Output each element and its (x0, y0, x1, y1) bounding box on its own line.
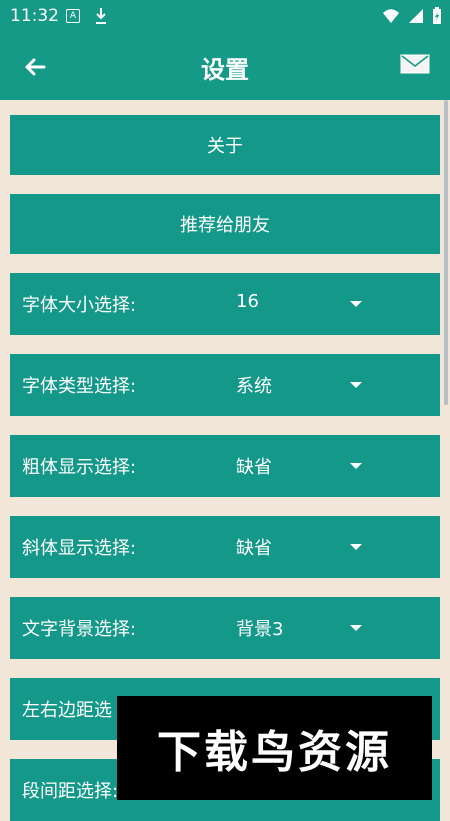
recommend-button[interactable]: 推荐给朋友 (10, 194, 440, 254)
watermark: 下载鸟资源 (117, 696, 432, 800)
setting-label: 字体类型选择: (22, 376, 137, 397)
dropdown-arrow-icon[interactable] (350, 625, 362, 631)
setting-value[interactable]: 缺省 (236, 534, 272, 560)
about-button-label: 关于 (207, 136, 243, 157)
setting-label: 文字背景选择: (22, 619, 137, 640)
setting-label: 粗体显示选择: (22, 457, 137, 478)
setting-row-text-background[interactable]: 文字背景选择: 背景3 (10, 597, 440, 659)
watermark-text: 下载鸟资源 (157, 727, 392, 778)
wifi-icon (383, 9, 399, 23)
settings-list: 关于 推荐给朋友 字体大小选择: 16 字体类型选择: 系统 粗体显示选择: 缺… (0, 100, 450, 821)
dropdown-arrow-icon[interactable] (350, 301, 362, 307)
about-button[interactable]: 关于 (10, 115, 440, 175)
setting-label: 字体大小选择: (22, 295, 137, 316)
setting-value[interactable]: 系统 (236, 372, 272, 398)
status-bar: 11:32 A (0, 0, 450, 32)
setting-row-font-type[interactable]: 字体类型选择: 系统 (10, 354, 440, 416)
setting-value[interactable]: 16 (236, 291, 259, 312)
setting-value[interactable]: 背景3 (236, 615, 283, 641)
page-title: 设置 (201, 56, 249, 84)
setting-label: 段间距选择: (22, 781, 119, 802)
setting-label: 左右边距选 (22, 700, 112, 721)
dropdown-arrow-icon[interactable] (350, 544, 362, 550)
setting-value[interactable]: 缺省 (236, 453, 272, 479)
setting-row-italic[interactable]: 斜体显示选择: 缺省 (10, 516, 440, 578)
recommend-button-label: 推荐给朋友 (180, 215, 270, 236)
dropdown-arrow-icon[interactable] (350, 463, 362, 469)
dropdown-arrow-icon[interactable] (350, 382, 362, 388)
scrollbar[interactable] (444, 100, 448, 405)
mail-icon[interactable] (400, 52, 430, 76)
download-icon (96, 8, 106, 24)
accessibility-icon: A (66, 9, 80, 23)
setting-row-bold[interactable]: 粗体显示选择: 缺省 (10, 435, 440, 497)
app-bar: 设置 (0, 32, 450, 100)
signal-icon (409, 9, 423, 23)
status-time: 11:32 (10, 6, 59, 26)
setting-row-font-size[interactable]: 字体大小选择: 16 (10, 273, 440, 335)
battery-icon (433, 7, 441, 24)
setting-label: 斜体显示选择: (22, 538, 137, 559)
